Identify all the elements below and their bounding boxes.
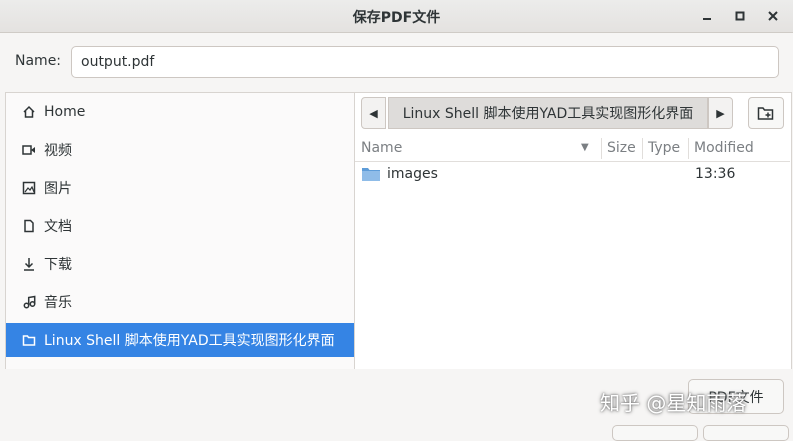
download-icon: [20, 257, 38, 271]
folder-icon: [361, 165, 381, 187]
places-sidebar: Home 视频 图片 文档 下载 音乐 Linux Shell 脚本使用YAD工…: [5, 92, 355, 370]
name-label: Name:: [15, 53, 62, 69]
filename-row: Name: output.pdf: [0, 33, 793, 91]
sidebar-item-label: 文档: [44, 219, 72, 235]
minimize-icon: [703, 18, 711, 20]
new-folder-icon: [757, 107, 774, 120]
chevron-left-icon: ◀: [369, 106, 378, 120]
sidebar-item-documents[interactable]: 文档: [6, 209, 355, 243]
video-icon: [20, 143, 38, 157]
column-divider[interactable]: [688, 138, 689, 159]
column-type[interactable]: Type: [648, 140, 680, 156]
chevron-right-icon: ▶: [716, 106, 725, 120]
title-bar: 保存PDF文件: [0, 0, 793, 33]
column-modified[interactable]: Modified: [694, 140, 754, 156]
sidebar-item-home[interactable]: Home: [6, 95, 355, 129]
sidebar-item-videos[interactable]: 视频: [6, 133, 355, 167]
music-icon: [20, 295, 38, 309]
filename-input[interactable]: output.pdf: [71, 46, 779, 78]
breadcrumb[interactable]: Linux Shell 脚本使用YAD工具实现图形化界面: [388, 97, 708, 129]
sidebar-item-downloads[interactable]: 下载: [6, 247, 355, 281]
file-list-pane: [354, 92, 792, 370]
minimize-button[interactable]: [697, 6, 717, 26]
column-header: Name ▼ Size Type Modified: [355, 136, 790, 162]
sidebar-item-label: 音乐: [44, 295, 72, 311]
column-size[interactable]: Size: [607, 140, 636, 156]
file-name: images: [387, 166, 438, 182]
image-icon: [20, 181, 38, 195]
sidebar-item-linux-shell-folder[interactable]: Linux Shell 脚本使用YAD工具实现图形化界面: [6, 323, 355, 357]
sidebar-item-label: Home: [44, 104, 86, 120]
sidebar-item-pictures[interactable]: 图片: [6, 171, 355, 205]
column-divider[interactable]: [642, 138, 643, 159]
column-divider[interactable]: [601, 138, 602, 159]
sidebar-item-music[interactable]: 音乐: [6, 285, 355, 319]
close-icon: [768, 11, 778, 21]
home-icon: [20, 105, 38, 119]
sidebar-item-label: 图片: [44, 181, 72, 197]
file-modified: 13:36: [695, 166, 736, 182]
file-row[interactable]: images 13:36: [355, 163, 790, 187]
document-icon: [20, 219, 38, 233]
column-name[interactable]: Name: [361, 140, 402, 156]
maximize-icon: [735, 11, 745, 21]
path-forward-button[interactable]: ▶: [708, 97, 733, 129]
watermark-text: 知乎 @星知雨落: [600, 391, 747, 415]
folder-icon: [20, 333, 38, 347]
cancel-button[interactable]: [612, 425, 698, 441]
sidebar-item-label: 视频: [44, 143, 72, 159]
sidebar-item-label: 下载: [44, 257, 72, 273]
path-back-button[interactable]: ◀: [361, 97, 386, 129]
save-button[interactable]: [703, 425, 789, 441]
new-folder-button[interactable]: [748, 97, 784, 129]
maximize-button[interactable]: [730, 6, 750, 26]
close-button[interactable]: [763, 6, 783, 26]
sidebar-item-label: Linux Shell 脚本使用YAD工具实现图形化界面: [44, 333, 335, 349]
sort-down-icon[interactable]: ▼: [581, 142, 589, 153]
window-title: 保存PDF文件: [352, 10, 441, 26]
